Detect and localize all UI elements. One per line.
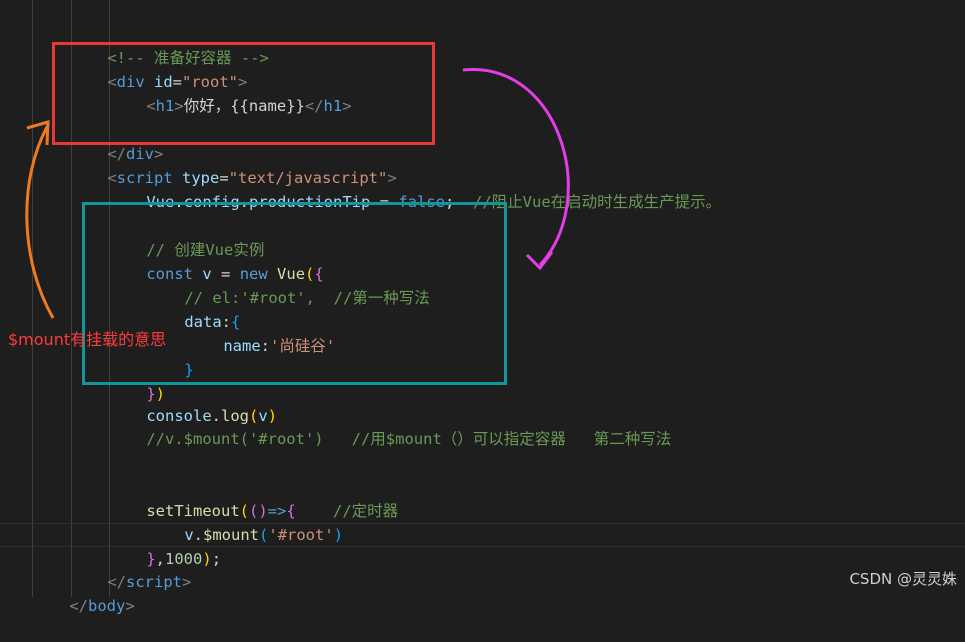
watermark: CSDN @灵灵姝 bbox=[849, 570, 957, 588]
mount-annotation: $mount有挂载的意思 bbox=[8, 330, 167, 349]
magenta-arrow bbox=[462, 68, 570, 267]
bracket: </ bbox=[69, 597, 88, 615]
orange-arrow bbox=[25, 124, 55, 319]
bracket: > bbox=[125, 597, 135, 615]
tag-name: body bbox=[88, 597, 126, 615]
annotation-arrows bbox=[25, 68, 570, 319]
